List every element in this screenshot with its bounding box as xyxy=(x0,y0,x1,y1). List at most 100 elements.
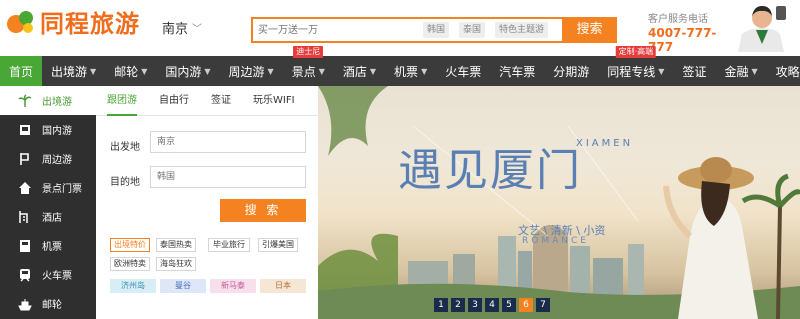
ship-icon xyxy=(18,297,32,311)
chip-japan[interactable]: 日本 xyxy=(260,279,306,293)
flag-icon xyxy=(18,123,32,137)
sidebar-item-tickets[interactable]: 景点门票 xyxy=(0,173,96,202)
nav-item-bus[interactable]: 汽车票 xyxy=(490,56,544,86)
product-tabs: 跟团游 自由行 签证 玩乐WIFI xyxy=(96,86,318,116)
chevron-down-icon: ▼ xyxy=(421,66,428,76)
sidebar-item-nearby[interactable]: 周边游 xyxy=(0,144,96,173)
nav-label: 火车票 xyxy=(445,64,482,79)
search-tag-thailand[interactable]: 泰国 xyxy=(459,22,486,38)
chevron-down-icon: ﹀ xyxy=(192,24,203,35)
carousel-page-2[interactable]: 2 xyxy=(451,298,465,312)
nav-item-nearby[interactable]: 周边游 ▼ xyxy=(220,56,283,86)
search-button[interactable]: 搜索 xyxy=(562,17,617,43)
nav-item-guides[interactable]: 攻略▼ xyxy=(767,56,800,86)
logo[interactable]: 同程旅游 xyxy=(4,4,154,38)
carousel-page-7[interactable]: 7 xyxy=(536,298,550,312)
chip-islands[interactable]: 海岛狂欢 xyxy=(156,257,196,271)
city-selector[interactable]: 南京 ﹀ xyxy=(162,18,202,37)
nav-item-flights[interactable]: 机票 ▼ xyxy=(385,56,436,86)
search-input[interactable] xyxy=(258,22,408,38)
chip-europe[interactable]: 欧洲特卖 xyxy=(110,257,150,271)
sidebar-item-label: 国内游 xyxy=(42,126,72,137)
nav-label: 出境游 xyxy=(51,64,88,79)
nav-item-outbound[interactable]: 出境游 ▼ xyxy=(42,56,105,86)
main-nav: 首页 出境游 ▼ 邮轮 ▼ 国内游 ▼ 周边游 ▼ 迪士尼 景点 ▼ 酒店 ▼ 机票 ▼ 火车票… xyxy=(0,46,800,86)
tab-group-tour[interactable]: 跟团游 xyxy=(96,86,148,116)
promo-banner[interactable]: 遇见厦门 XIAMEN 文艺 \ 清新 \ 小资 ROMANCE 1 2 3 4… xyxy=(318,86,800,319)
nav-label: 攻略 xyxy=(775,64,800,79)
carousel-page-6[interactable]: 6 xyxy=(519,298,533,312)
search-tag-korea[interactable]: 韩国 xyxy=(423,22,450,38)
chip-usa[interactable]: 引爆美国 xyxy=(258,238,298,252)
category-sidebar: 出境游 国内游 周边游 景点门票 酒店 机票 火车票 邮轮 xyxy=(0,86,96,319)
from-input[interactable] xyxy=(151,132,305,152)
house-icon xyxy=(18,181,32,195)
sidebar-item-label: 火车票 xyxy=(42,271,72,282)
banner-en-title: XIAMEN xyxy=(576,138,634,149)
chip-bangkok[interactable]: 曼谷 xyxy=(160,279,206,293)
from-field[interactable] xyxy=(150,131,306,153)
sidebar-item-hotel[interactable]: 酒店 xyxy=(0,202,96,231)
chip-graduation[interactable]: 毕业旅行 xyxy=(208,238,250,252)
nav-label: 金融 xyxy=(724,64,749,79)
chip-thailand[interactable]: 泰国热卖 xyxy=(156,238,196,252)
nav-item-attractions[interactable]: 迪士尼 景点 ▼ xyxy=(283,46,334,86)
palm-tree-icon xyxy=(18,93,32,108)
chevron-down-icon: ▼ xyxy=(267,66,274,76)
banner-headline: 遇见厦门 xyxy=(398,145,582,196)
chevron-down-icon: ▼ xyxy=(141,66,148,76)
sidebar-item-domestic[interactable]: 国内游 xyxy=(0,115,96,144)
nav-item-finance[interactable]: 金融 ▼ xyxy=(715,56,766,86)
sidebar-item-label: 酒店 xyxy=(42,213,62,224)
chip-sg-my-th[interactable]: 新马泰 xyxy=(210,279,256,293)
banner-en-sub: ROMANCE xyxy=(522,236,589,246)
nav-label: 酒店 xyxy=(342,64,367,79)
service-label: 客户服务电话 xyxy=(648,14,708,25)
to-field[interactable] xyxy=(150,166,306,188)
nav-item-hotel[interactable]: 酒店 ▼ xyxy=(334,56,385,86)
nav-label: 邮轮 xyxy=(114,64,139,79)
trip-search-panel: 跟团游 自由行 签证 玩乐WIFI 出发地 目的地 搜 索 出境特价 泰国热卖 … xyxy=(96,86,318,319)
nav-label: 汽车票 xyxy=(499,64,536,79)
nav-label: 首页 xyxy=(9,64,34,79)
sidebar-item-flights[interactable]: 机票 xyxy=(0,231,96,260)
pin-icon xyxy=(18,152,32,166)
to-label: 目的地 xyxy=(110,177,140,188)
sidebar-item-outbound[interactable]: 出境游 xyxy=(0,86,96,115)
city-name: 南京 xyxy=(162,22,189,37)
nav-label: 分期游 xyxy=(553,64,590,79)
nav-item-domestic[interactable]: 国内游 ▼ xyxy=(156,56,219,86)
tour-search-button[interactable]: 搜 索 xyxy=(220,199,306,222)
nav-badge-custom: 定制·高端 xyxy=(615,46,657,58)
nav-item-cruise[interactable]: 邮轮 ▼ xyxy=(105,56,156,86)
nav-item-special-line[interactable]: 定制·高端 同程专线 ▼ xyxy=(598,46,673,86)
chevron-down-icon: ▼ xyxy=(658,66,665,76)
chevron-down-icon: ▼ xyxy=(751,66,758,76)
sidebar-item-train[interactable]: 火车票 xyxy=(0,260,96,289)
logo-mark-icon xyxy=(7,11,33,33)
carousel-page-4[interactable]: 4 xyxy=(485,298,499,312)
carousel-page-3[interactable]: 3 xyxy=(468,298,482,312)
train-icon xyxy=(18,268,32,282)
search-tag-theme[interactable]: 特色主题游 xyxy=(495,22,549,38)
service-phone[interactable]: 4007-777-777 xyxy=(648,26,738,54)
tab-independent[interactable]: 自由行 xyxy=(148,86,200,115)
tab-visa[interactable]: 签证 xyxy=(200,86,242,115)
nav-item-train[interactable]: 火车票 xyxy=(436,56,490,86)
sidebar-item-cruise[interactable]: 邮轮 xyxy=(0,289,96,318)
carousel-pager: 1 2 3 4 5 6 7 xyxy=(434,298,550,312)
nav-item-home[interactable]: 首页 xyxy=(0,56,43,86)
search-box: 韩国 泰国 特色主题游 xyxy=(251,17,565,43)
carousel-page-5[interactable]: 5 xyxy=(502,298,516,312)
tab-wifi[interactable]: 玩乐WIFI xyxy=(242,86,306,115)
nav-item-visa[interactable]: 签证 xyxy=(673,56,715,86)
to-input[interactable] xyxy=(151,167,305,187)
nav-item-installment[interactable]: 分期游 xyxy=(544,56,598,86)
sidebar-item-label: 机票 xyxy=(42,242,62,253)
sidebar-item-label: 景点门票 xyxy=(42,184,82,195)
chip-outbound-deals[interactable]: 出境特价 xyxy=(110,238,150,252)
chip-jeju[interactable]: 济州岛 xyxy=(110,279,156,293)
customer-service: 客户服务电话 4007-777-777 xyxy=(648,10,738,54)
carousel-page-1[interactable]: 1 xyxy=(434,298,448,312)
service-agent-avatar xyxy=(730,0,796,52)
